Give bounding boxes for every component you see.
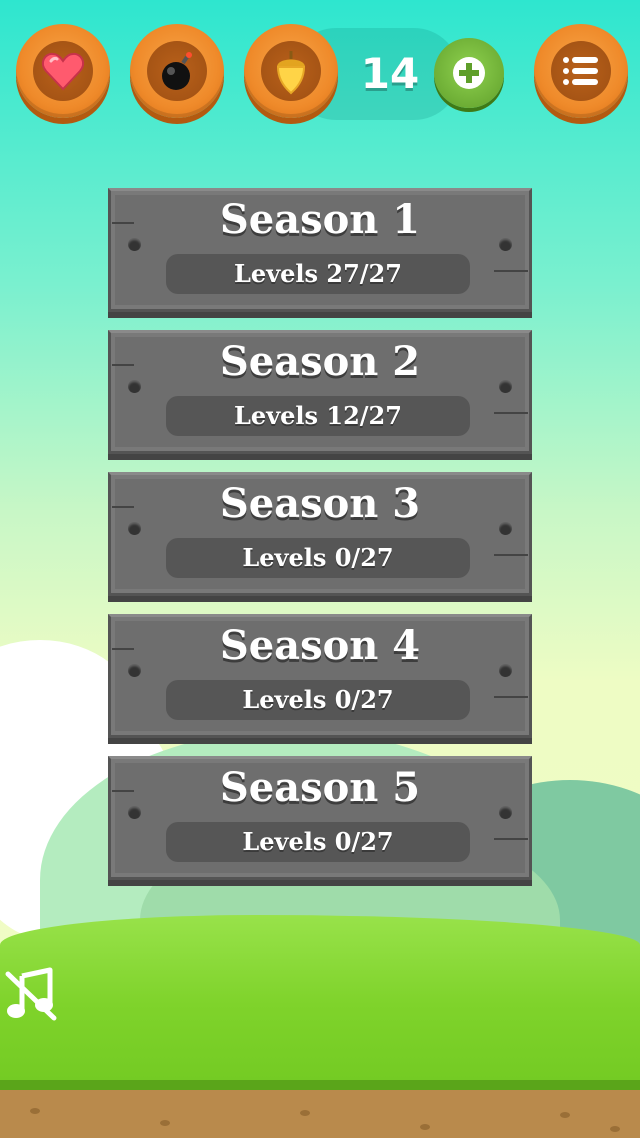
acorn-button[interactable] [244, 24, 338, 118]
season-2-panel[interactable]: Season 2 Levels 12/27 [108, 330, 532, 454]
season-title: Season 4 [219, 622, 421, 669]
menu-button[interactable] [534, 24, 628, 118]
season-3-panel[interactable]: Season 3 Levels 0/27 [108, 472, 532, 596]
acorn-icon [276, 51, 306, 95]
add-acorns-button[interactable] [434, 38, 504, 108]
season-1-panel[interactable]: Season 1 Levels 27/27 [108, 188, 532, 312]
season-progress: Levels 0/27 [242, 543, 394, 572]
season-progress: Levels 0/27 [242, 685, 394, 714]
bomb-icon [162, 52, 192, 90]
crack [494, 270, 528, 272]
acorn-count: 14 [360, 49, 420, 98]
season-5-panel[interactable]: Season 5 Levels 0/27 [108, 756, 532, 880]
season-title: Season 5 [219, 764, 421, 811]
crack [494, 696, 528, 698]
season-title: Season 3 [219, 480, 421, 527]
list-icon [563, 57, 598, 85]
heart-icon [42, 52, 84, 91]
season-progress: Levels 0/27 [242, 827, 394, 856]
crack [494, 554, 528, 556]
music-muted-icon [5, 967, 57, 1021]
crack [494, 412, 528, 414]
plus-icon [453, 57, 485, 89]
season-4-panel[interactable]: Season 4 Levels 0/27 [108, 614, 532, 738]
season-title: Season 2 [219, 338, 421, 385]
season-title: Season 1 [219, 196, 421, 243]
dirt-strip [0, 1080, 640, 1138]
bomb-button[interactable] [130, 24, 224, 118]
lives-button[interactable] [16, 24, 110, 118]
crack [494, 838, 528, 840]
music-toggle-button[interactable] [4, 966, 58, 1022]
season-progress: Levels 27/27 [234, 259, 402, 288]
season-progress: Levels 12/27 [234, 401, 402, 430]
